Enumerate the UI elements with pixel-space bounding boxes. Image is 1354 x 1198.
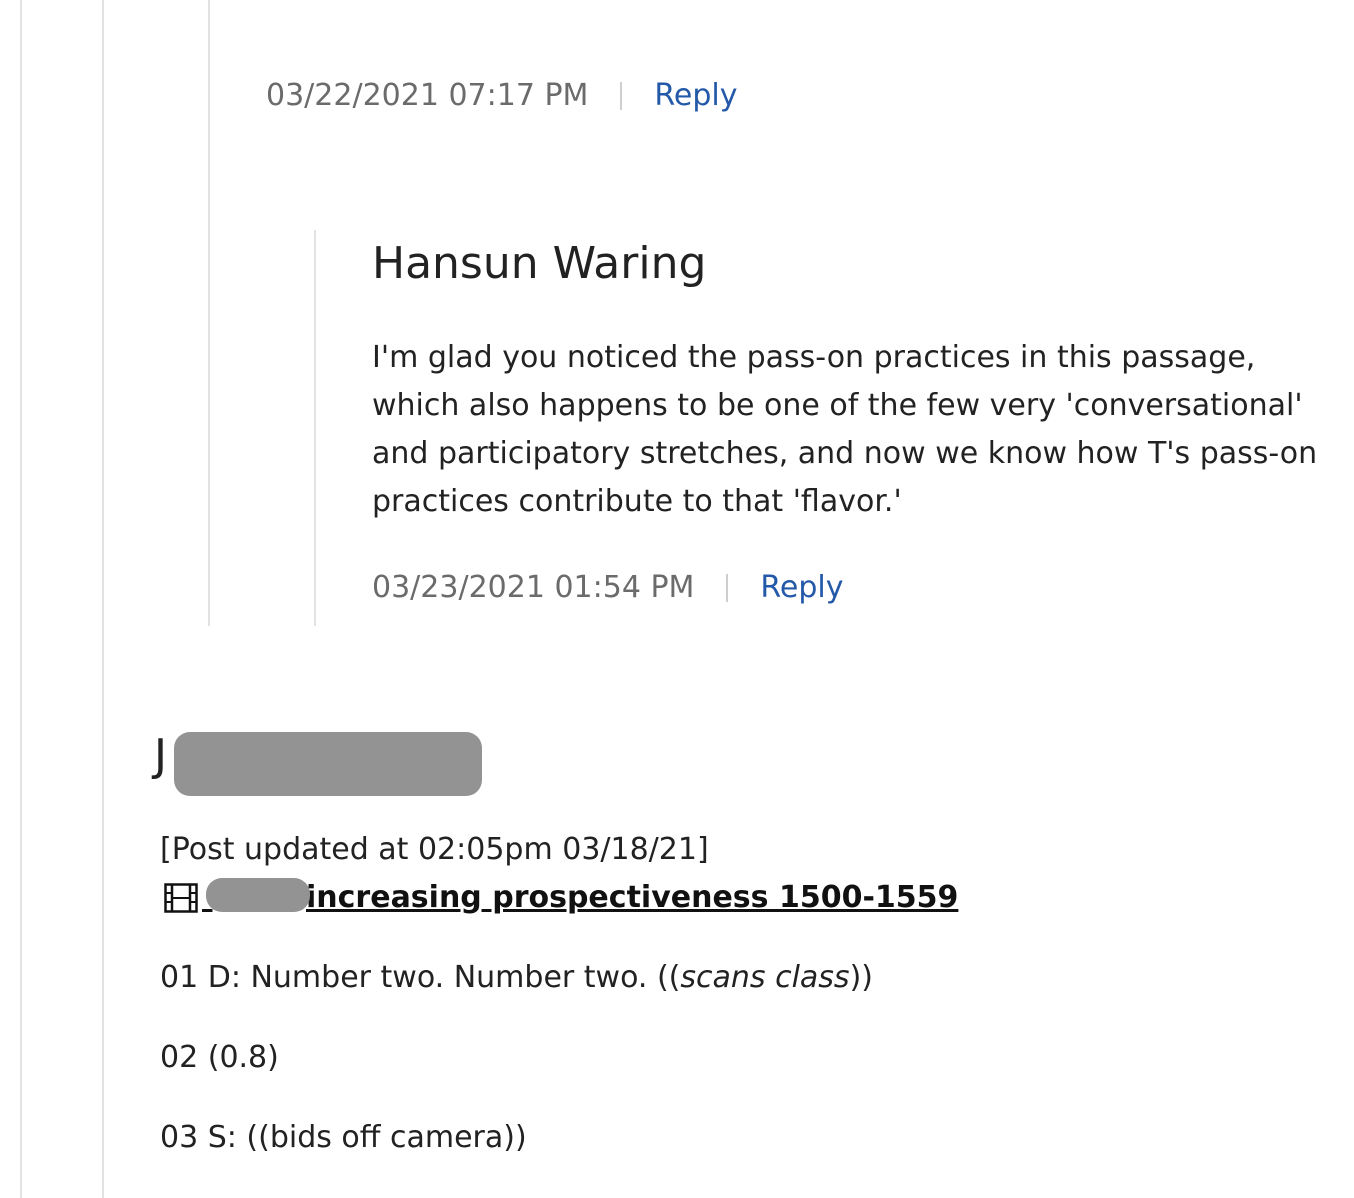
line-text: D: Number two. Number two. (( — [207, 960, 681, 995]
reply-body: I'm glad you noticed the pass-on practic… — [372, 340, 1318, 519]
film-icon — [164, 882, 198, 913]
transcript-line: 02 (0.8) — [160, 1040, 279, 1075]
line-text: (0.8) — [207, 1040, 279, 1075]
line-number: 03 — [160, 1120, 199, 1155]
thread-line-level-3 — [314, 230, 316, 626]
reply-link[interactable]: Reply — [760, 570, 843, 605]
thread-line-level-1 — [102, 0, 104, 1198]
attachment-link-label[interactable]: increasing prospectiveness 1500-1559 — [306, 880, 958, 915]
transcript-line: 03 S: ((bids off camera)) — [160, 1120, 527, 1155]
reply-link[interactable]: Reply — [654, 78, 737, 113]
line-text: S: ((bids off camera)) — [207, 1120, 527, 1155]
redacted-attachment-prefix — [206, 878, 310, 912]
line-tail: )) — [849, 960, 873, 995]
reply-meta-row: 03/23/2021 01:54 PM Reply — [372, 570, 844, 605]
line-number: 01 — [160, 960, 199, 995]
post-author-initial: J — [154, 730, 167, 781]
thread-line-level-2 — [208, 0, 210, 626]
redacted-author-name — [174, 732, 482, 796]
line-number: 02 — [160, 1040, 199, 1075]
thread-line-outer — [20, 0, 22, 1198]
reply-meta-row: 03/22/2021 07:17 PM Reply — [266, 78, 738, 113]
transcript-line: 01 D: Number two. Number two. ((scans cl… — [160, 960, 873, 995]
post-updated-note: [Post updated at 02:05pm 03/18/21] — [160, 832, 709, 867]
line-italic: scans class — [680, 960, 850, 995]
reply-timestamp: 03/23/2021 01:54 PM — [372, 570, 695, 605]
reply-author: Hansun Waring — [372, 238, 707, 289]
meta-separator — [620, 81, 623, 110]
post-author: J — [154, 730, 167, 781]
reply-timestamp: 03/22/2021 07:17 PM — [266, 78, 589, 113]
meta-separator — [726, 573, 729, 602]
